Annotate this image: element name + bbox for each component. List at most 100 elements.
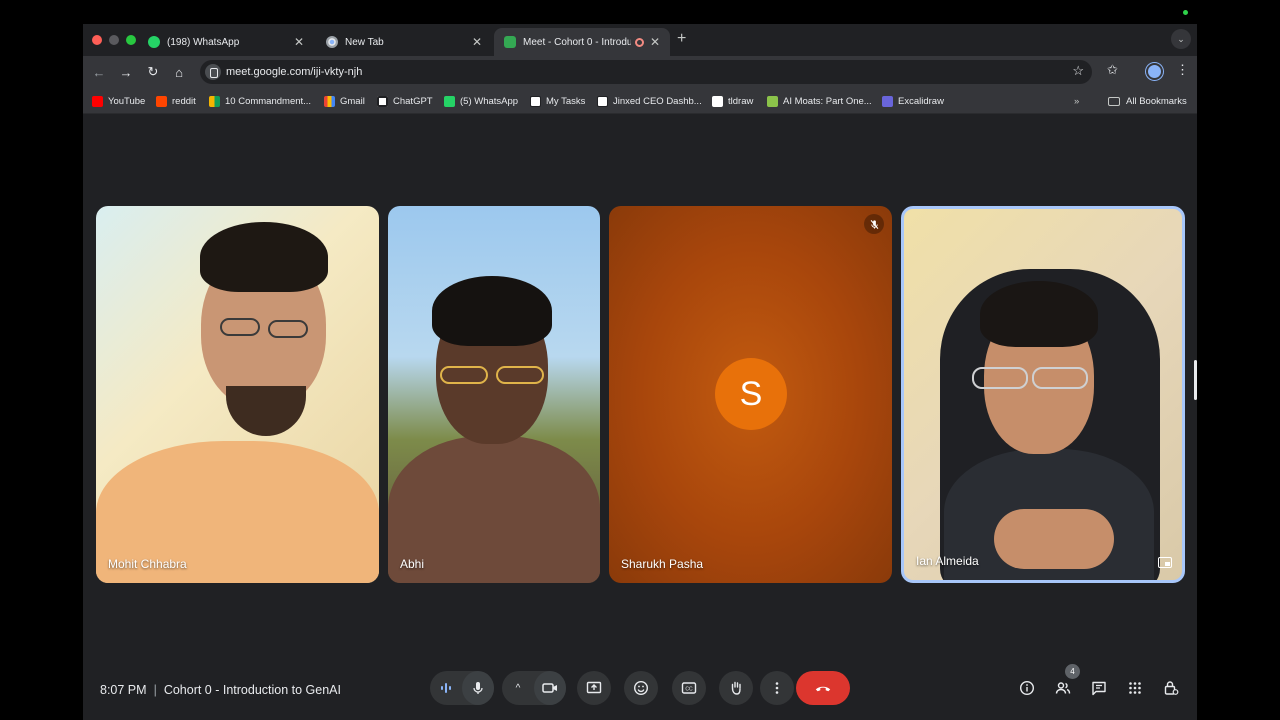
close-tab-icon[interactable]: ✕ [472,35,482,49]
sheet-icon [209,95,220,107]
participant-beard [226,386,306,436]
chevron-up-icon[interactable]: ^ [510,680,526,696]
participant-count-badge: 4 [1065,664,1080,679]
bookmark-tldraw[interactable]: tldraw [712,94,753,108]
participant-tile[interactable]: Abhi [388,206,600,583]
browser-window: (198) WhatsApp ✕ New Tab ✕ Meet - Cohort… [83,24,1197,720]
audio-level-icon[interactable] [438,680,454,696]
glasses [268,320,308,338]
present-screen-button[interactable] [577,671,611,705]
participant-hair [980,281,1098,347]
glasses [220,318,260,336]
divider: | [153,683,157,697]
tldraw-icon [712,95,723,107]
participant-hands [994,509,1114,569]
bookmark-jinxed-ceo-dashboard[interactable]: Jinxed CEO Dashb... [597,94,702,108]
close-window-button[interactable] [92,35,102,45]
back-arrow-icon[interactable]: ← [89,62,109,82]
glasses [1032,367,1088,389]
address-bar[interactable]: meet.google.com/iji-vkty-njh ☆ [200,60,1092,84]
info-icon [1019,680,1035,696]
more-options-button[interactable] [760,671,794,705]
lock-person-icon [1164,681,1179,695]
bookmark-ai-moats[interactable]: AI Moats: Part One... [767,94,872,108]
bookmark-chatgpt[interactable]: ChatGPT [377,94,433,108]
forward-arrow-icon[interactable]: → [116,62,136,82]
bookmark-gmail[interactable]: Gmail [324,94,365,108]
bookmark-reddit[interactable]: reddit [156,94,196,108]
captions-button[interactable]: CC [672,671,706,705]
tab-title: New Tab [345,36,384,48]
more-vertical-icon [775,682,779,694]
meeting-info-button[interactable] [1018,679,1036,697]
reactions-button[interactable] [624,671,658,705]
new-tab-button[interactable]: + [677,30,686,48]
raise-hand-button[interactable] [719,671,753,705]
tab-meet[interactable]: Meet - Cohort 0 - Introdu ✕ [494,28,670,56]
fullscreen-window-button[interactable] [126,35,136,45]
whatsapp-icon [444,95,455,107]
minimize-window-button[interactable] [109,35,119,45]
tab-title: Meet - Cohort 0 - Introdu [523,36,631,48]
reload-icon[interactable]: ↻ [143,62,163,82]
chrome-icon [326,36,338,48]
tab-new-tab[interactable]: New Tab ✕ [316,28,492,56]
bookmark-label: All Bookmarks [1126,95,1187,107]
chat-button[interactable] [1090,679,1108,697]
meet-stage: Mohit Chhabra Abhi S Sharukh Pasha Ian A… [83,115,1197,720]
glasses [972,367,1028,389]
bookmark-label: ChatGPT [393,95,433,107]
close-tab-icon[interactable]: ✕ [294,35,304,49]
camera-icon [542,683,557,693]
bookmark-star-icon[interactable]: ☆ [1072,63,1084,79]
profile-avatar[interactable] [1146,63,1163,80]
participant-tile-active-speaker[interactable]: Ian Almeida [901,206,1185,583]
chat-icon [1092,681,1106,696]
bookmark-label: 10 Commandment... [225,95,312,107]
reddit-icon [156,95,167,107]
url-text: meet.google.com/iji-vkty-njh [226,66,363,78]
picture-in-picture-icon[interactable] [1158,557,1172,568]
bookmark-label: Jinxed CEO Dashb... [613,95,702,107]
notion-icon [597,95,608,107]
activities-button[interactable] [1126,679,1144,697]
home-icon[interactable]: ⌂ [169,62,189,82]
audio-control-group [430,671,494,705]
host-controls-button[interactable] [1162,679,1180,697]
bookmark-youtube[interactable]: YouTube [92,94,145,108]
bookmark-label: reddit [172,95,196,107]
participant-tile[interactable]: Mohit Chhabra [96,206,379,583]
browser-menu-icon[interactable]: ⋮ [1176,62,1189,78]
close-tab-icon[interactable]: ✕ [650,35,660,49]
scrollbar[interactable] [1194,360,1197,400]
site-info-icon[interactable] [205,64,221,80]
all-bookmarks-button[interactable]: All Bookmarks [1108,94,1187,108]
meet-control-bar: 8:07 PM | Cohort 0 - Introduction to GenAI… [83,664,1197,710]
people-button[interactable] [1054,679,1072,697]
bookmark-whatsapp[interactable]: (5) WhatsApp [444,94,518,108]
doc-icon [767,95,778,107]
camera-button[interactable] [534,671,566,705]
bookmarks-manager-icon[interactable]: ✩ [1107,62,1118,78]
present-screen-icon [586,681,602,694]
google-meet-icon [504,36,516,48]
participant-name: Ian Almeida [916,554,979,568]
bookmark-label: tldraw [728,95,754,107]
bookmark-label: AI Moats: Part One... [783,95,872,107]
tab-search-button[interactable]: ⌄ [1171,29,1191,49]
microphone-button[interactable] [462,671,494,705]
participant-name: Sharukh Pasha [621,557,704,571]
bookmark-label: My Tasks [546,95,586,107]
leave-call-button[interactable] [796,671,850,705]
meeting-time: 8:07 PM [100,683,147,697]
bookmark-my-tasks[interactable]: My Tasks [530,94,585,108]
tab-whatsapp[interactable]: (198) WhatsApp ✕ [138,28,314,56]
bookmark-10-commandments[interactable]: 10 Commandment... [209,94,311,108]
bookmark-excalidraw[interactable]: Excalidraw [882,94,944,108]
participant-hair [432,276,552,346]
tab-strip: (198) WhatsApp ✕ New Tab ✕ Meet - Cohort… [83,24,1197,56]
camera-indicator-dot [1183,10,1188,15]
notion-icon [530,95,541,107]
participant-tile[interactable]: S Sharukh Pasha [609,206,892,583]
more-bookmarks-chevron-icon[interactable]: » [1074,94,1079,108]
